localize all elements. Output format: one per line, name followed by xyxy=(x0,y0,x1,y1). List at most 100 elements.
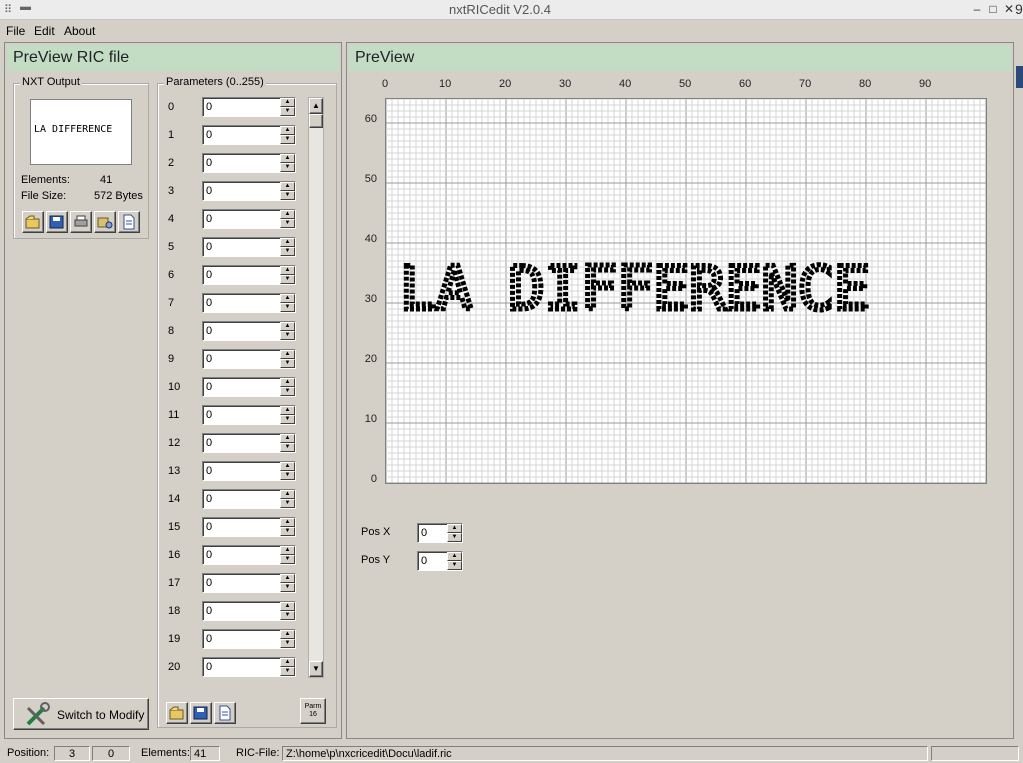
x-tick-label: 30 xyxy=(559,78,572,90)
spin-down-icon[interactable]: ▼ xyxy=(280,303,295,312)
spin-up-icon[interactable]: ▲ xyxy=(280,182,295,191)
window-edge-text: 9 xyxy=(1015,1,1023,17)
pos-y-label: Pos Y xyxy=(361,554,391,566)
spin-up-icon[interactable]: ▲ xyxy=(280,378,295,387)
spin-down-icon[interactable]: ▼ xyxy=(280,471,295,480)
scroll-down-icon[interactable]: ▼ xyxy=(309,661,323,677)
menu-bar: File Edit About xyxy=(0,21,1023,40)
close-icon[interactable]: ✕ xyxy=(1002,2,1016,16)
spin-down-icon[interactable]: ▼ xyxy=(280,443,295,452)
parameter-input[interactable]: 0 ▲ ▼ xyxy=(202,377,296,397)
parameter-input[interactable]: 0 ▲ ▼ xyxy=(202,125,296,145)
parameter-input[interactable]: 0 ▲ ▼ xyxy=(202,153,296,173)
spin-up-icon[interactable]: ▲ xyxy=(280,238,295,247)
status-elements-value: 41 xyxy=(190,746,220,761)
spin-down-icon[interactable]: ▼ xyxy=(280,163,295,172)
preview-canvas[interactable]: LA DIFFERENCE xyxy=(385,98,987,484)
spin-up-icon[interactable]: ▲ xyxy=(280,490,295,499)
spin-up-icon[interactable]: ▲ xyxy=(280,434,295,443)
minimize-icon[interactable]: – xyxy=(970,2,984,16)
spin-down-icon[interactable]: ▼ xyxy=(280,107,295,116)
parameter-input[interactable]: 0 ▲ ▼ xyxy=(202,573,296,593)
spin-down-icon[interactable]: ▼ xyxy=(280,527,295,536)
spin-down-icon[interactable]: ▼ xyxy=(280,499,295,508)
spin-down-icon[interactable]: ▼ xyxy=(280,611,295,620)
status-position-y: 0 xyxy=(92,746,130,761)
nxt-output-group: NXT Output LA DIFFERENCE Elements: 41 Fi… xyxy=(13,76,149,239)
spin-up-icon[interactable]: ▲ xyxy=(280,462,295,471)
spin-up-icon[interactable]: ▲ xyxy=(280,98,295,107)
save-button[interactable] xyxy=(46,211,68,233)
pos-y-up-icon[interactable]: ▲ xyxy=(447,552,462,561)
pos-y-input[interactable]: 0 ▲ ▼ xyxy=(417,551,463,571)
spin-down-icon[interactable]: ▼ xyxy=(280,135,295,144)
spin-up-icon[interactable]: ▲ xyxy=(280,294,295,303)
spin-down-icon[interactable]: ▼ xyxy=(280,219,295,228)
spin-down-icon[interactable]: ▼ xyxy=(280,583,295,592)
spin-up-icon[interactable]: ▲ xyxy=(280,350,295,359)
parameter-input[interactable]: 0 ▲ ▼ xyxy=(202,181,296,201)
parameter-input[interactable]: 0 ▲ ▼ xyxy=(202,657,296,677)
parameter-input[interactable]: 0 ▲ ▼ xyxy=(202,237,296,257)
parameter-input[interactable]: 0 ▲ ▼ xyxy=(202,601,296,621)
new-page-button[interactable] xyxy=(118,211,140,233)
spin-up-icon[interactable]: ▲ xyxy=(280,602,295,611)
parameter-row: 13 0 ▲ ▼ xyxy=(168,461,318,483)
spin-down-icon[interactable]: ▼ xyxy=(280,639,295,648)
parameter-input[interactable]: 0 ▲ ▼ xyxy=(202,545,296,565)
spin-up-icon[interactable]: ▲ xyxy=(280,630,295,639)
pos-x-down-icon[interactable]: ▼ xyxy=(447,533,462,542)
scroll-thumb[interactable] xyxy=(309,114,323,128)
spin-up-icon[interactable]: ▲ xyxy=(280,406,295,415)
menu-file[interactable]: File xyxy=(6,24,25,38)
spin-up-icon[interactable]: ▲ xyxy=(280,518,295,527)
parameter-input[interactable]: 0 ▲ ▼ xyxy=(202,321,296,341)
spin-up-icon[interactable]: ▲ xyxy=(280,574,295,583)
spin-down-icon[interactable]: ▼ xyxy=(280,387,295,396)
spin-down-icon[interactable]: ▼ xyxy=(280,247,295,256)
spin-down-icon[interactable]: ▼ xyxy=(280,331,295,340)
settings-button[interactable] xyxy=(94,211,116,233)
parameter-value: 0 xyxy=(206,297,213,309)
spin-down-icon[interactable]: ▼ xyxy=(280,415,295,424)
pos-x-up-icon[interactable]: ▲ xyxy=(447,524,462,533)
pos-x-input[interactable]: 0 ▲ ▼ xyxy=(417,523,463,543)
parameters-scrollbar[interactable]: ▲ ▼ xyxy=(308,97,324,678)
spin-down-icon[interactable]: ▼ xyxy=(280,191,295,200)
spin-up-icon[interactable]: ▲ xyxy=(280,154,295,163)
spin-down-icon[interactable]: ▼ xyxy=(280,359,295,368)
scroll-up-icon[interactable]: ▲ xyxy=(309,98,323,114)
parameter-row: 4 0 ▲ ▼ xyxy=(168,209,318,231)
spin-down-icon[interactable]: ▼ xyxy=(280,555,295,564)
parameter-input[interactable]: 0 ▲ ▼ xyxy=(202,209,296,229)
parameter-input[interactable]: 0 ▲ ▼ xyxy=(202,629,296,649)
parameter-input[interactable]: 0 ▲ ▼ xyxy=(202,97,296,117)
parameter-input[interactable]: 0 ▲ ▼ xyxy=(202,433,296,453)
spin-down-icon[interactable]: ▼ xyxy=(280,275,295,284)
param-save-button[interactable] xyxy=(190,702,212,724)
spin-up-icon[interactable]: ▲ xyxy=(280,126,295,135)
print-button[interactable] xyxy=(70,211,92,233)
spin-up-icon[interactable]: ▲ xyxy=(280,322,295,331)
menu-about[interactable]: About xyxy=(64,24,95,38)
switch-to-modify-button[interactable]: Switch to Modify xyxy=(13,698,149,730)
parm-button[interactable]: Parm 16 xyxy=(300,698,326,724)
spin-up-icon[interactable]: ▲ xyxy=(280,210,295,219)
maximize-icon[interactable]: □ xyxy=(986,2,1000,16)
parameter-input[interactable]: 0 ▲ ▼ xyxy=(202,405,296,425)
parameter-input[interactable]: 0 ▲ ▼ xyxy=(202,461,296,481)
menu-edit[interactable]: Edit xyxy=(34,24,55,38)
parameter-input[interactable]: 0 ▲ ▼ xyxy=(202,349,296,369)
pos-y-down-icon[interactable]: ▼ xyxy=(447,561,462,570)
spin-down-icon[interactable]: ▼ xyxy=(280,667,295,676)
spin-up-icon[interactable]: ▲ xyxy=(280,266,295,275)
parameter-input[interactable]: 0 ▲ ▼ xyxy=(202,489,296,509)
parameter-input[interactable]: 0 ▲ ▼ xyxy=(202,293,296,313)
spin-up-icon[interactable]: ▲ xyxy=(280,546,295,555)
param-open-button[interactable] xyxy=(166,702,188,724)
open-file-button[interactable] xyxy=(22,211,44,233)
parameter-input[interactable]: 0 ▲ ▼ xyxy=(202,265,296,285)
spin-up-icon[interactable]: ▲ xyxy=(280,658,295,667)
param-page-button[interactable] xyxy=(214,702,236,724)
parameter-input[interactable]: 0 ▲ ▼ xyxy=(202,517,296,537)
